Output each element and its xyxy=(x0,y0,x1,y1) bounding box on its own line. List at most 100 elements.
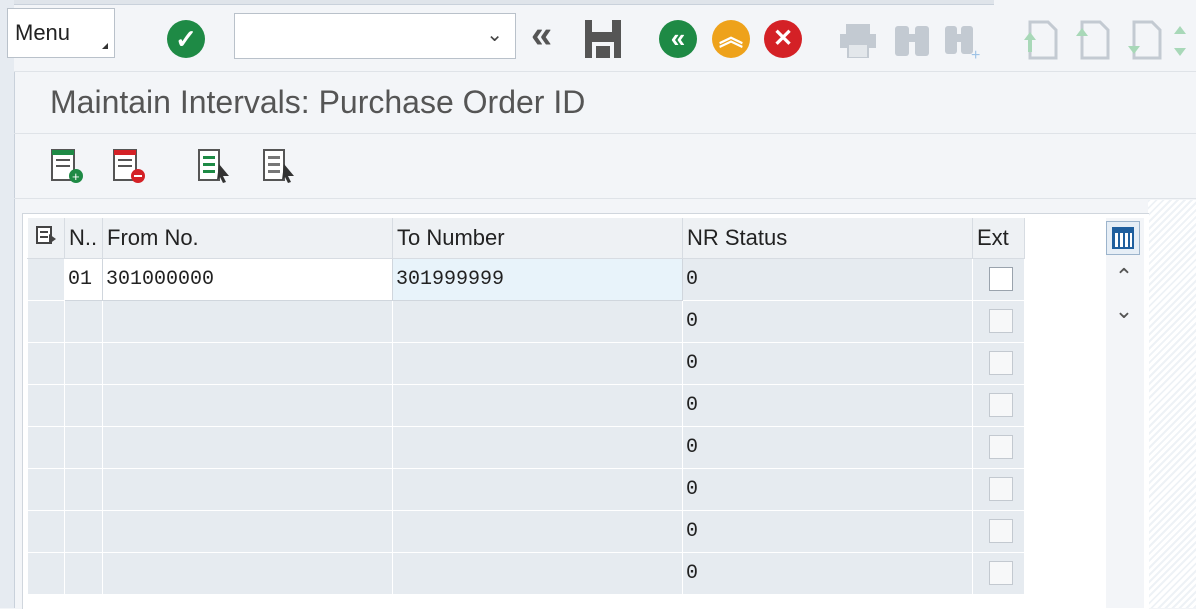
last-page-icon xyxy=(1174,26,1186,56)
enter-check-icon[interactable]: ✓ xyxy=(167,20,205,58)
table-row: 0 xyxy=(27,300,1025,343)
row-selector[interactable] xyxy=(27,384,65,427)
cell-to xyxy=(392,342,683,385)
cell-ext xyxy=(972,384,1025,427)
cell-status: 0 xyxy=(682,300,973,343)
svg-text:+: + xyxy=(72,169,80,184)
cell-from[interactable]: 301000000 xyxy=(102,258,393,301)
ext-checkbox xyxy=(989,351,1013,376)
table-row: 0 xyxy=(27,384,1025,427)
ext-checkbox xyxy=(989,393,1013,418)
save-icon[interactable] xyxy=(583,18,623,60)
cell-no xyxy=(64,510,103,553)
cell-to xyxy=(392,552,683,595)
delete-interval-icon[interactable] xyxy=(112,148,148,184)
menu-corner-icon xyxy=(102,43,108,49)
row-selector[interactable] xyxy=(27,258,65,301)
row-selector[interactable] xyxy=(27,342,65,385)
table-row: 0 xyxy=(27,426,1025,469)
cell-no xyxy=(64,384,103,427)
row-selector[interactable] xyxy=(27,426,65,469)
command-field[interactable]: ⌄ xyxy=(234,13,516,59)
cell-no xyxy=(64,342,103,385)
cell-status: 0 xyxy=(682,510,973,553)
cell-from xyxy=(102,510,393,553)
cell-from xyxy=(102,384,393,427)
row-selector[interactable] xyxy=(27,468,65,511)
column-settings-button[interactable] xyxy=(1106,221,1140,255)
cell-to xyxy=(392,426,683,469)
exit-icon[interactable]: ︽ xyxy=(712,20,750,58)
page-title: Maintain Intervals: Purchase Order ID xyxy=(50,84,586,120)
column-header-ext[interactable]: Ext xyxy=(972,218,1025,259)
cell-status: 0 xyxy=(682,426,973,469)
column-header-status[interactable]: NR Status xyxy=(682,218,973,259)
ext-checkbox xyxy=(989,519,1013,544)
menu-label: Menu xyxy=(15,20,71,45)
cell-from xyxy=(102,426,393,469)
deselect-all-icon[interactable] xyxy=(262,148,298,184)
cell-ext xyxy=(972,342,1025,385)
column-header-to[interactable]: To Number xyxy=(392,218,683,259)
cell-status: 0 xyxy=(682,342,973,385)
cell-to xyxy=(392,384,683,427)
back-icon[interactable]: « xyxy=(659,20,697,58)
cell-no xyxy=(64,300,103,343)
ext-checkbox xyxy=(989,435,1013,460)
scroll-up-icon[interactable]: ⌃ xyxy=(1110,264,1138,290)
svg-text:+: + xyxy=(971,47,980,60)
cell-from xyxy=(102,300,393,343)
table-header-row: N.. From No. To Number NR Status Ext xyxy=(27,218,1025,259)
print-icon xyxy=(840,24,876,58)
first-page-icon xyxy=(1024,20,1058,60)
background-pattern xyxy=(1148,200,1196,608)
ext-checkbox[interactable] xyxy=(989,267,1013,292)
select-all-icon[interactable] xyxy=(197,148,233,184)
cell-ext xyxy=(972,468,1025,511)
cell-status: 0 xyxy=(682,552,973,595)
table-row: 01 301000000 301999999 0 xyxy=(27,258,1025,301)
cell-to xyxy=(392,300,683,343)
cell-from xyxy=(102,552,393,595)
previous-page-icon xyxy=(1076,20,1110,60)
cell-to[interactable]: 301999999 xyxy=(392,258,683,301)
table-row: 0 xyxy=(27,552,1025,595)
cell-to xyxy=(392,468,683,511)
table-settings-header[interactable] xyxy=(27,218,65,259)
scroll-down-icon[interactable]: ⌄ xyxy=(1110,298,1138,324)
double-left-icon[interactable]: « xyxy=(531,14,552,57)
chevron-down-icon[interactable]: ⌄ xyxy=(486,22,503,47)
insert-interval-icon[interactable]: + xyxy=(50,148,86,184)
cell-ext xyxy=(972,552,1025,595)
window-left-edge xyxy=(0,0,15,608)
table-row: 0 xyxy=(27,468,1025,511)
cell-no xyxy=(64,426,103,469)
column-header-no[interactable]: N.. xyxy=(64,218,103,259)
cell-ext xyxy=(972,258,1025,301)
application-toolbar xyxy=(14,134,1196,199)
row-selector[interactable] xyxy=(27,552,65,595)
cell-status: 0 xyxy=(682,258,973,301)
cell-ext xyxy=(972,300,1025,343)
ext-checkbox xyxy=(989,561,1013,586)
cell-no[interactable]: 01 xyxy=(64,258,103,301)
table-row: 0 xyxy=(27,510,1025,553)
row-selector[interactable] xyxy=(27,300,65,343)
intervals-table-container: N.. From No. To Number NR Status Ext 01 … xyxy=(22,213,1149,609)
cell-no xyxy=(64,552,103,595)
cell-from xyxy=(102,468,393,511)
ext-checkbox xyxy=(989,477,1013,502)
table-config-icon[interactable] xyxy=(35,224,57,246)
table-row: 0 xyxy=(27,342,1025,385)
column-header-from[interactable]: From No. xyxy=(102,218,393,259)
cell-status: 0 xyxy=(682,468,973,511)
next-page-icon xyxy=(1128,20,1162,60)
cancel-icon[interactable]: ✕ xyxy=(764,20,802,58)
menu-button[interactable]: Menu xyxy=(7,8,115,58)
cell-from xyxy=(102,342,393,385)
find-next-icon: + xyxy=(945,26,980,60)
find-icon xyxy=(895,26,929,56)
row-selector[interactable] xyxy=(27,510,65,553)
intervals-table: N.. From No. To Number NR Status Ext 01 … xyxy=(27,218,1025,595)
ext-checkbox xyxy=(989,309,1013,334)
